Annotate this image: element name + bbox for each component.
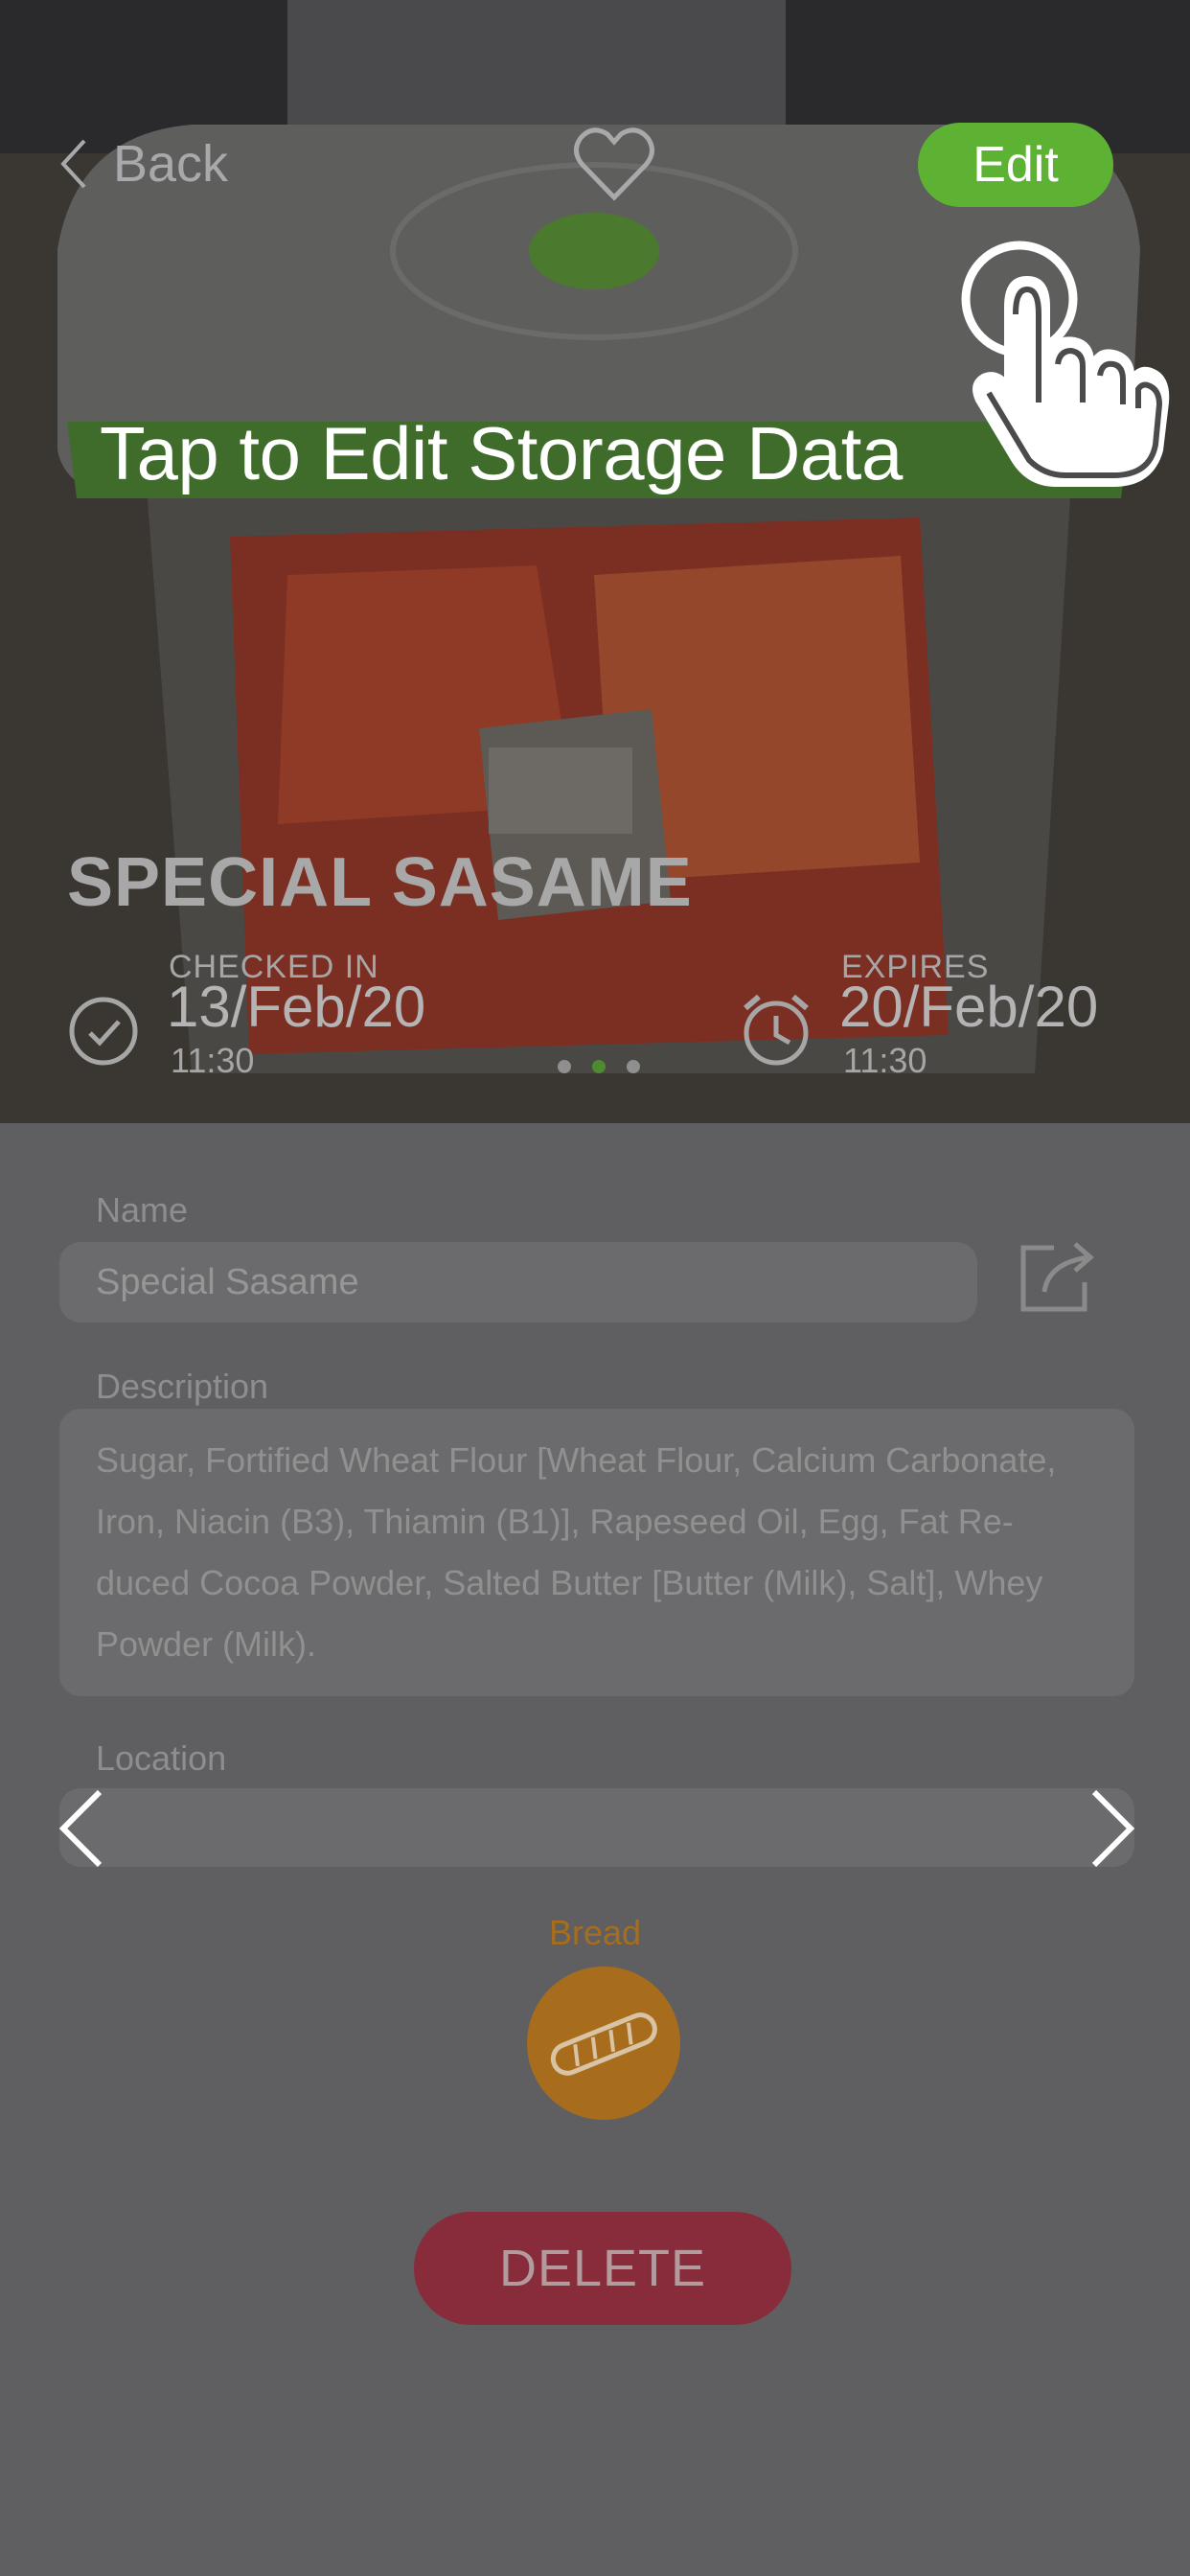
location-selector[interactable] [59,1788,1134,1867]
description-field[interactable]: Sugar, Fortified Wheat Flour [Wheat Flou… [59,1409,1134,1696]
page-dot[interactable] [558,1060,571,1073]
chevron-right-icon[interactable] [1088,1788,1136,1869]
name-label: Name [96,1190,189,1230]
edit-hint-text: Tap to Edit Storage Data [100,411,903,495]
description-line: Iron, Niacin (B3), Thiamin (B1)], Rapese… [96,1502,1014,1541]
expires-time: 11:30 [843,1041,927,1080]
name-field[interactable]: Special Sasame [59,1242,977,1322]
photo-page-indicator[interactable] [558,1060,640,1073]
clock-icon [69,997,138,1066]
description-label: Description [96,1367,269,1406]
alarm-clock-icon [744,994,809,1066]
category-button[interactable] [527,1966,680,2120]
delete-button[interactable]: DELETE [414,2212,791,2325]
bread-icon [550,2012,657,2076]
item-title: SPECIAL SASAME [67,844,693,921]
description-line: duced Cocoa Powder, Salted Butter [Butte… [96,1563,1043,1602]
category-label: Bread [548,1913,642,1952]
description-line: Sugar, Fortified Wheat Flour [Wheat Flou… [96,1440,1057,1480]
edit-button[interactable]: Edit [918,123,1113,207]
description-line: Powder (Milk). [96,1624,317,1664]
item-photo-area[interactable]: Back Edit Tap to Edit Storage Data SPECI… [0,0,1190,1123]
heart-icon[interactable] [573,126,655,203]
checked-in-time: 11:30 [171,1041,255,1080]
checked-in-date: 13/Feb/20 [167,975,426,1039]
page-dot-active[interactable] [592,1060,606,1073]
expires-date: 20/Feb/20 [839,975,1099,1039]
back-label: Back [113,135,229,193]
tap-hand-icon [961,241,1170,487]
page-dot[interactable] [627,1060,640,1073]
chevron-left-icon[interactable] [57,1788,105,1869]
back-button[interactable]: Back [59,130,228,197]
share-icon[interactable] [1016,1238,1098,1315]
location-label: Location [96,1738,227,1778]
chevron-left-icon [60,139,86,189]
